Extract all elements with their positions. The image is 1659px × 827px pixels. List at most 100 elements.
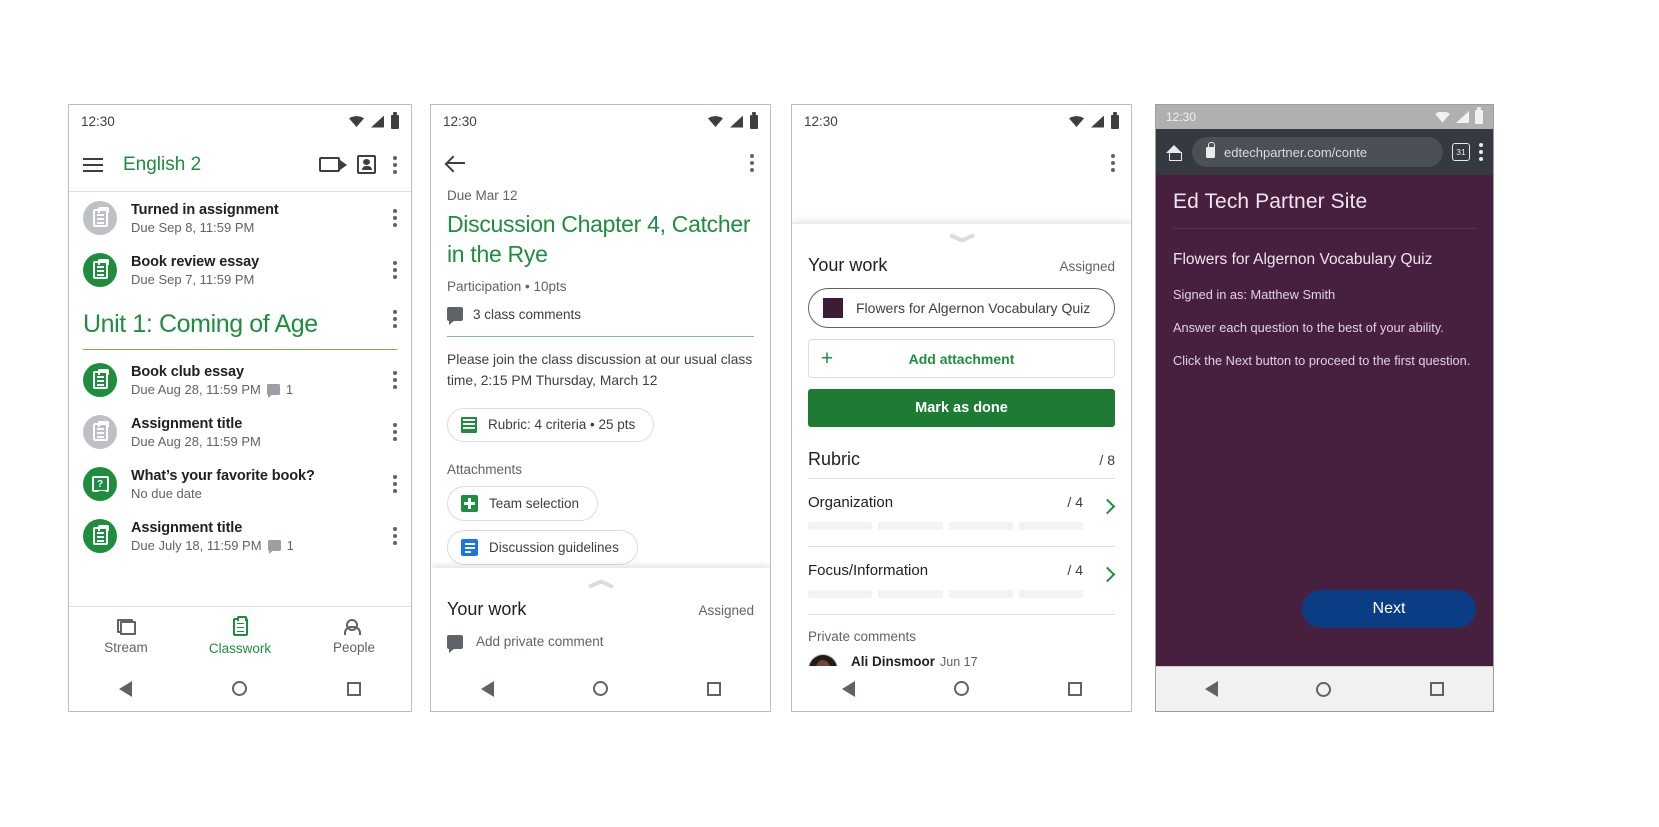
- class-comments-row[interactable]: 3 class comments: [447, 306, 754, 326]
- attachment-chip-team-selection[interactable]: Team selection: [447, 485, 599, 521]
- status-bar: 12:30: [792, 105, 1131, 138]
- tab-count-icon[interactable]: 31: [1452, 143, 1470, 161]
- back-arrow-icon[interactable]: [447, 154, 465, 172]
- phone-screen-classwork: 12:30 English 2 Turned in assignment Due…: [68, 104, 412, 712]
- your-work-title: Your work: [808, 255, 888, 275]
- tab-people[interactable]: People: [297, 618, 411, 655]
- unit-overflow-icon[interactable]: [393, 310, 397, 328]
- app-bar: [431, 138, 770, 188]
- status-bar: 12:30: [431, 105, 770, 138]
- list-item[interactable]: Book club essay Due Aug 28, 11:59 PM 1: [69, 354, 411, 406]
- nav-home-icon[interactable]: [232, 681, 247, 696]
- chevron-down-icon[interactable]: [949, 232, 975, 243]
- nav-back-icon[interactable]: [119, 680, 132, 697]
- item-overflow-icon[interactable]: [393, 261, 397, 279]
- attachment-label: Discussion guidelines: [489, 539, 619, 555]
- assignment-detail: Due Mar 12 Discussion Chapter 4, Catcher…: [431, 188, 770, 565]
- battery-icon: [750, 111, 758, 129]
- attachment-chip-discussion-guidelines[interactable]: Discussion guidelines: [447, 529, 638, 565]
- assignment-icon: [83, 415, 117, 449]
- private-comment-placeholder: Add private comment: [476, 634, 604, 649]
- list-item[interactable]: Assignment title Due July 18, 11:59 PM 1: [69, 510, 411, 562]
- criterion-level-bars: [808, 590, 1115, 614]
- list-item-title: Assignment title: [131, 415, 243, 432]
- phone-screen-your-work-expanded: 12:30 Your work Assigned Flowers for Alg…: [791, 104, 1132, 712]
- mark-as-done-button[interactable]: Mark as done: [808, 389, 1115, 427]
- status-clock: 12:30: [804, 114, 838, 129]
- overflow-menu-icon[interactable]: [750, 154, 754, 172]
- tab-stream[interactable]: Stream: [69, 618, 183, 655]
- overflow-menu-icon[interactable]: [1111, 154, 1115, 172]
- list-item[interactable]: ? What’s your favorite book? No due date: [69, 458, 411, 510]
- list-item-title: Turned in assignment: [131, 201, 279, 218]
- nav-recents-icon[interactable]: [1067, 681, 1082, 696]
- your-work-sheet: Your work Assigned Add private comment: [431, 568, 770, 666]
- tab-count: 31: [1456, 147, 1466, 157]
- mark-as-done-label: Mark as done: [915, 400, 1008, 416]
- assignment-meta: Participation • 10pts: [447, 278, 567, 294]
- bottom-navigation: Stream Classwork People: [69, 606, 411, 666]
- item-overflow-icon[interactable]: [393, 209, 397, 227]
- divider: [1173, 228, 1476, 229]
- list-item-title: Assignment title: [131, 519, 243, 536]
- your-work-sheet: Your work Assigned Flowers for Algernon …: [792, 223, 1131, 688]
- comment-count: 1: [285, 381, 294, 397]
- nav-home-icon[interactable]: [1316, 681, 1332, 697]
- android-nav-bar: [431, 666, 770, 711]
- url-text: edtechpartner.com/conte: [1224, 144, 1368, 160]
- assignment-icon: [83, 363, 117, 397]
- class-card-icon[interactable]: [357, 155, 376, 174]
- nav-recents-icon[interactable]: [706, 681, 721, 696]
- cell-signal-icon: [1456, 111, 1469, 123]
- browser-menu-icon[interactable]: [1479, 143, 1483, 161]
- nav-back-icon[interactable]: [841, 680, 855, 697]
- private-comments-header: Private comments: [808, 629, 917, 644]
- assignment-description: Please join the class discussion at our …: [447, 351, 753, 389]
- class-comments-label: 3 class comments: [473, 306, 582, 322]
- rubric-criterion-organization[interactable]: Organization / 4: [808, 479, 1116, 546]
- add-attachment-button[interactable]: + Add attachment: [808, 339, 1115, 378]
- rubric-chip[interactable]: Rubric: 4 criteria • 25 pts: [447, 407, 655, 442]
- wifi-icon: [708, 116, 723, 127]
- nav-back-icon[interactable]: [1205, 681, 1219, 697]
- video-call-icon[interactable]: [319, 157, 347, 172]
- nav-recents-icon[interactable]: [1429, 682, 1444, 696]
- comment-icon: [447, 307, 463, 326]
- item-overflow-icon[interactable]: [393, 371, 397, 389]
- assignment-icon: [83, 519, 117, 553]
- wifi-icon: [1069, 116, 1084, 127]
- private-comment-input[interactable]: Add private comment: [447, 634, 754, 653]
- unit-work-list: Book club essay Due Aug 28, 11:59 PM 1 A…: [69, 354, 411, 562]
- tab-classwork[interactable]: Classwork: [183, 615, 297, 656]
- due-date: Due Mar 12: [447, 188, 518, 203]
- item-overflow-icon[interactable]: [393, 475, 397, 493]
- status-system-icons: [1069, 111, 1119, 129]
- nav-home-icon[interactable]: [953, 681, 969, 696]
- chevron-up-icon[interactable]: [588, 578, 614, 589]
- tab-label: Classwork: [208, 640, 272, 656]
- next-button[interactable]: Next: [1302, 590, 1476, 628]
- attachment-chip-quiz[interactable]: Flowers for Algernon Vocabulary Quiz: [808, 288, 1115, 328]
- rubric-title: Rubric: [808, 449, 861, 469]
- android-nav-bar: [1156, 666, 1493, 711]
- status-badge: Assigned: [1059, 259, 1115, 274]
- list-item[interactable]: Book review essay Due Sep 7, 11:59 PM: [69, 244, 411, 296]
- overflow-menu-icon[interactable]: [393, 155, 397, 174]
- item-overflow-icon[interactable]: [393, 423, 397, 441]
- rubric-criterion-focus-information[interactable]: Focus/Information / 4: [808, 547, 1116, 614]
- address-bar[interactable]: edtechpartner.com/conte: [1192, 137, 1443, 167]
- nav-recents-icon[interactable]: [347, 681, 361, 696]
- list-item[interactable]: Assignment title Due Aug 28, 11:59 PM: [69, 406, 411, 458]
- hamburger-menu-icon[interactable]: [83, 157, 103, 172]
- instruction-next: Click the Next button to proceed to the …: [1173, 353, 1471, 368]
- item-overflow-icon[interactable]: [393, 527, 397, 545]
- rubric-header: Rubric / 8: [808, 449, 1115, 478]
- nav-home-icon[interactable]: [592, 681, 608, 696]
- site-title: Ed Tech Partner Site: [1173, 190, 1368, 213]
- nav-back-icon[interactable]: [480, 680, 494, 697]
- quiz-thumbnail: [823, 298, 843, 318]
- phone-screen-assignment-detail: 12:30 Due Mar 12 Discussion Chapter 4, C…: [430, 104, 771, 712]
- list-item-subtitle: No due date: [131, 485, 202, 501]
- home-icon[interactable]: [1166, 144, 1183, 161]
- list-item[interactable]: Turned in assignment Due Sep 8, 11:59 PM: [69, 192, 411, 244]
